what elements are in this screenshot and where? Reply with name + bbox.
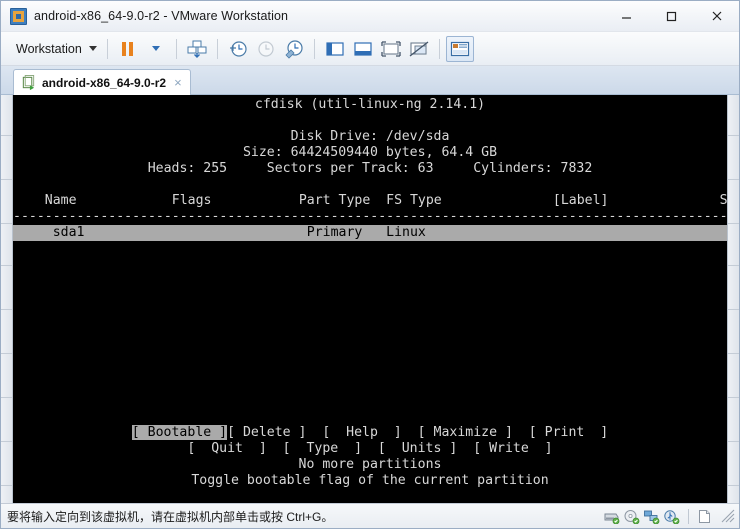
vm-tab-label: android-x86_64-9.0-r2 [42, 75, 167, 90]
status-bar: 要将输入定向到该虚拟机，请在虚拟机内部单击或按 Ctrl+G。 [1, 503, 739, 528]
resize-grip[interactable] [721, 509, 735, 523]
full-screen-button[interactable] [377, 36, 405, 62]
fullscreen-icon [381, 40, 401, 57]
usb-status-icon[interactable] [663, 509, 680, 524]
menu-row-1-rest[interactable]: [ Delete ] [ Help ] [ Maximize ] [ Print… [227, 425, 608, 440]
workstation-menu-button[interactable]: Workstation [9, 36, 101, 61]
left-rail [1, 95, 13, 503]
hard-disk-status-icon[interactable] [603, 509, 620, 524]
show-library-button[interactable] [321, 36, 349, 62]
library-panel-icon [326, 41, 344, 56]
window-controls [604, 1, 739, 31]
snapshot-revert-icon [258, 40, 274, 57]
thumbnail-bar-icon [354, 41, 372, 56]
terminal-empty-space [13, 241, 727, 425]
snapshot-add-icon [229, 40, 247, 57]
maximize-button[interactable] [649, 1, 694, 31]
unity-mode-icon [409, 40, 429, 57]
send-keys-icon [187, 40, 207, 58]
vm-tab[interactable]: android-x86_64-9.0-r2 × [13, 69, 191, 95]
main-toolbar: Workstation [1, 32, 739, 66]
disk-size-line: Size: 64424509440 bytes, 64.4 GB [242, 145, 498, 160]
pause-dropdown-button[interactable] [142, 36, 170, 62]
toolbar-separator [106, 38, 108, 59]
toolbar-separator [175, 38, 177, 59]
status-separator [688, 508, 689, 524]
network-adapter-status-icon[interactable] [643, 509, 660, 524]
pause-icon [122, 41, 134, 56]
pause-button[interactable] [114, 36, 142, 62]
show-thumbnails-button[interactable] [349, 36, 377, 62]
title-bar: android-x86_64-9.0-r2 - VMware Workstati… [1, 1, 739, 32]
cd-dvd-status-icon[interactable] [623, 509, 640, 524]
unity-mode-button[interactable] [405, 36, 433, 62]
toolbar-separator [313, 38, 315, 59]
window-title: android-x86_64-9.0-r2 - VMware Workstati… [34, 9, 289, 23]
close-icon[interactable]: × [174, 76, 182, 89]
snapshot-manager-icon [285, 39, 303, 59]
vmware-workstation-window: android-x86_64-9.0-r2 - VMware Workstati… [0, 0, 740, 529]
partition-table-header: Name Flags Part Type FS Type [Label] Siz… [13, 193, 727, 208]
chevron-down-icon [88, 46, 97, 51]
cfdisk-menu-row-2[interactable]: [ Quit ] [ Type ] [ Units ] [ Write ] [13, 441, 727, 457]
chevron-down-icon [151, 46, 160, 51]
send-ctrl-alt-del-button[interactable] [183, 36, 211, 62]
vm-display-area[interactable]: cfdisk (util-linux-ng 2.14.1) Disk Drive… [1, 95, 739, 503]
cfdisk-title: cfdisk (util-linux-ng 2.14.1) [254, 97, 486, 112]
vm-tab-strip: android-x86_64-9.0-r2 × [1, 66, 739, 95]
console-view-button[interactable] [445, 35, 474, 62]
close-button[interactable] [694, 1, 739, 31]
right-rail [727, 95, 739, 503]
status-device-icons [603, 508, 737, 524]
cfdisk-message: No more partitions [298, 457, 442, 472]
status-message: 要将输入定向到该虚拟机，请在虚拟机内部单击或按 Ctrl+G。 [7, 509, 334, 524]
revert-snapshot-button[interactable] [252, 36, 280, 62]
disk-geometry-line: Heads: 255 Sectors per Track: 63 Cylinde… [147, 161, 593, 176]
cfdisk-help-text: Toggle bootable flag of the current part… [191, 473, 549, 488]
take-snapshot-button[interactable] [224, 36, 252, 62]
toolbar-separator [438, 38, 440, 59]
cfdisk-terminal[interactable]: cfdisk (util-linux-ng 2.14.1) Disk Drive… [13, 95, 727, 503]
disk-drive-line: Disk Drive: /dev/sda [290, 129, 450, 144]
bootable-menu-item[interactable]: [ Bootable ] [131, 425, 228, 440]
console-view-icon [450, 41, 469, 56]
vm-running-icon [22, 75, 35, 90]
vmware-icon [10, 7, 27, 25]
snapshot-manager-button[interactable] [280, 36, 308, 62]
table-row[interactable]: sda1 Primary Linux 64420.40 [13, 225, 727, 241]
cfdisk-menu-row-1: [ Bootable ][ Delete ] [ Help ] [ Maximi… [13, 425, 727, 441]
partition-table-divider: ----------------------------------------… [13, 209, 727, 224]
minimize-button[interactable] [604, 1, 649, 31]
toolbar-separator [216, 38, 218, 59]
message-log-icon[interactable] [697, 509, 714, 524]
workstation-menu-label: Workstation [16, 41, 82, 56]
